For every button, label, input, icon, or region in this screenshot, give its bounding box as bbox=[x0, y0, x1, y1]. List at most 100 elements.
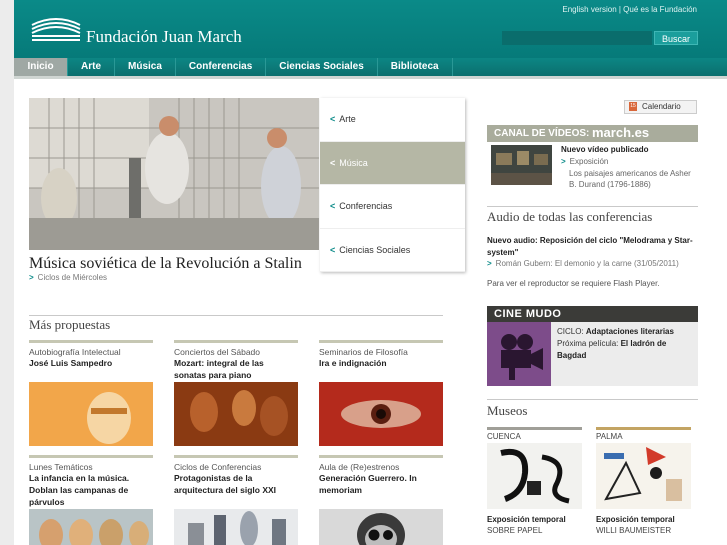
card-title[interactable]: Generación Guerrero. In memoriam bbox=[319, 472, 443, 496]
proposal-card[interactable]: Conciertos del Sábado Mozart: integral d… bbox=[174, 340, 298, 450]
tab-label: Música bbox=[339, 157, 368, 168]
card-category: Ciclos de Conferencias bbox=[174, 462, 262, 472]
nav-biblioteca[interactable]: Biblioteca bbox=[378, 58, 453, 76]
video-new-label[interactable]: Nuevo vídeo publicado bbox=[561, 145, 649, 154]
proposal-card[interactable]: Seminarios de Filosofía Ira e indignació… bbox=[319, 340, 443, 450]
search-input[interactable] bbox=[502, 31, 652, 45]
tab-conferencias[interactable]: < Conferencias bbox=[320, 185, 465, 229]
video-category: Exposición bbox=[569, 157, 609, 166]
audio-new-label[interactable]: Nuevo audio: Reposición del ciclo "Melod… bbox=[487, 235, 699, 259]
card-bar bbox=[29, 340, 153, 343]
card-image[interactable] bbox=[29, 509, 153, 545]
hero-subtitle[interactable]: > Ciclos de Miércoles bbox=[29, 273, 107, 282]
museum-bar bbox=[596, 427, 691, 430]
museum-palma[interactable]: PALMA Exposición temporal WILLI BAUMEIST… bbox=[596, 427, 691, 545]
proposal-card[interactable]: Lunes Temáticos La infancia en la música… bbox=[29, 455, 153, 545]
card-bar bbox=[174, 340, 298, 343]
cine-ciclo-label: CICLO: bbox=[557, 327, 584, 336]
card-category: Aula de (Re)estrenos bbox=[319, 462, 400, 472]
cine-mudo-header: CINE MUDO bbox=[487, 306, 698, 322]
museum-exhibition-title[interactable]: SOBRE PAPEL bbox=[487, 526, 542, 535]
card-title[interactable]: Mozart: integral de las sonatas para pia… bbox=[174, 357, 298, 381]
cine-ciclo[interactable]: Adaptaciones literarias bbox=[586, 327, 674, 336]
card-image[interactable] bbox=[319, 382, 443, 446]
page-background: Fundación Juan March English version | Q… bbox=[0, 0, 727, 545]
proposal-card[interactable]: Aula de (Re)estrenos Generación Guerrero… bbox=[319, 455, 443, 545]
hero-title[interactable]: Música soviética de la Revolución a Stal… bbox=[29, 255, 302, 273]
card-bar bbox=[319, 455, 443, 458]
calendar-button[interactable]: 15 Calendario bbox=[624, 100, 697, 114]
main-content: Música soviética de la Revolución a Stal… bbox=[14, 79, 727, 545]
english-version-link[interactable]: English version bbox=[562, 5, 616, 14]
cine-mudo-panel[interactable]: CINE MUDO CICLO: Adaptaciones literarias… bbox=[487, 306, 698, 386]
proposal-card[interactable]: Autobiografía Intelectual José Luis Samp… bbox=[29, 340, 153, 450]
search-button[interactable]: Buscar bbox=[654, 31, 698, 45]
chevron-left-icon: < bbox=[330, 114, 336, 125]
cine-next-label: Próxima película: bbox=[557, 339, 619, 348]
main-nav: Inicio Arte Música Conferencias Ciencias… bbox=[14, 58, 727, 76]
flash-note: Para ver el reproductor se requiere Flas… bbox=[487, 279, 660, 288]
museum-exhibition-label: Exposición temporal bbox=[596, 515, 675, 524]
museum-city[interactable]: CUENCA bbox=[487, 432, 582, 441]
video-channel-banner[interactable]: CANAL DE VÍDEOS: march.es bbox=[487, 125, 698, 142]
site-header: Fundación Juan March English version | Q… bbox=[14, 0, 727, 58]
museum-image[interactable] bbox=[596, 443, 691, 509]
video-line-2[interactable]: Los paisajes americanos de Asher bbox=[569, 169, 691, 178]
audio-item-text: Román Gubern: El demonio y la carne (31/… bbox=[495, 259, 679, 268]
section-divider bbox=[29, 315, 443, 316]
video-line-3[interactable]: B. Durand (1796-1886) bbox=[569, 180, 651, 189]
hero-subtitle-text: Ciclos de Miércoles bbox=[37, 273, 108, 282]
hero-tabs: < Arte < Música < Conferencias < Ciencias So… bbox=[320, 98, 465, 272]
cine-mudo-text: CICLO: Adaptaciones literarias Próxima p… bbox=[557, 326, 697, 362]
nav-conferencias[interactable]: Conferencias bbox=[176, 58, 267, 76]
video-channel-title: CANAL DE VÍDEOS: bbox=[494, 128, 590, 139]
museum-city[interactable]: PALMA bbox=[596, 432, 691, 441]
card-category: Autobiografía Intelectual bbox=[29, 347, 121, 357]
museum-exhibition-label: Exposición temporal bbox=[487, 515, 566, 524]
card-title[interactable]: Protagonistas de la arquitectura del sig… bbox=[174, 472, 298, 496]
card-image[interactable] bbox=[319, 509, 443, 545]
nav-musica[interactable]: Música bbox=[115, 58, 176, 76]
card-title[interactable]: Ira e indignación bbox=[319, 357, 443, 369]
chevron-right-icon: > bbox=[29, 273, 34, 282]
about-link[interactable]: Qué es la Fundación bbox=[623, 5, 697, 14]
card-bar bbox=[174, 455, 298, 458]
card-category: Conciertos del Sábado bbox=[174, 347, 261, 357]
chevron-left-icon: < bbox=[330, 201, 336, 212]
card-title[interactable]: José Luis Sampedro bbox=[29, 357, 153, 369]
card-bar bbox=[319, 340, 443, 343]
tab-ciencias-sociales[interactable]: < Ciencias Sociales bbox=[320, 229, 465, 272]
card-bar bbox=[29, 455, 153, 458]
tab-arte[interactable]: < Arte bbox=[320, 98, 465, 142]
nav-inicio[interactable]: Inicio bbox=[14, 58, 68, 76]
chevron-right-icon: > bbox=[487, 259, 492, 268]
nav-ciencias-sociales[interactable]: Ciencias Sociales bbox=[266, 58, 378, 76]
nav-arte[interactable]: Arte bbox=[68, 58, 116, 76]
card-title[interactable]: La infancia en la música. Doblan las cam… bbox=[29, 472, 153, 508]
video-channel-site: march.es bbox=[592, 125, 650, 140]
top-links: English version | Qué es la Fundación bbox=[562, 5, 697, 14]
section-divider bbox=[487, 206, 698, 207]
calendar-icon: 15 bbox=[629, 102, 637, 112]
museum-exhibition-title[interactable]: WILLI BAUMEISTER bbox=[596, 526, 671, 535]
film-camera-icon bbox=[487, 322, 551, 386]
chevron-right-icon: > bbox=[561, 157, 566, 166]
hero-image[interactable] bbox=[29, 98, 319, 250]
cine-mudo-title: CINE MUDO bbox=[494, 308, 562, 320]
tab-musica[interactable]: < Música bbox=[320, 141, 465, 185]
brand-name[interactable]: Fundación Juan March bbox=[86, 27, 242, 47]
more-section-title: Más propuestas bbox=[29, 317, 111, 332]
museum-image[interactable] bbox=[487, 443, 582, 509]
chevron-left-icon: < bbox=[330, 157, 336, 168]
card-image[interactable] bbox=[29, 382, 153, 446]
proposal-card[interactable]: Ciclos de Conferencias Protagonistas de … bbox=[174, 455, 298, 545]
logo-icon[interactable] bbox=[30, 13, 82, 43]
video-thumbnail[interactable] bbox=[491, 145, 552, 185]
audio-item[interactable]: > Román Gubern: El demonio y la carne (31… bbox=[487, 259, 679, 268]
video-line-1: > Exposición bbox=[561, 157, 608, 166]
card-image[interactable] bbox=[174, 382, 298, 446]
card-image[interactable] bbox=[174, 509, 298, 545]
tab-label: Ciencias Sociales bbox=[339, 244, 411, 255]
tab-label: Conferencias bbox=[339, 201, 393, 212]
museum-cuenca[interactable]: CUENCA Exposición temporal SOBRE PAPEL bbox=[487, 427, 582, 545]
